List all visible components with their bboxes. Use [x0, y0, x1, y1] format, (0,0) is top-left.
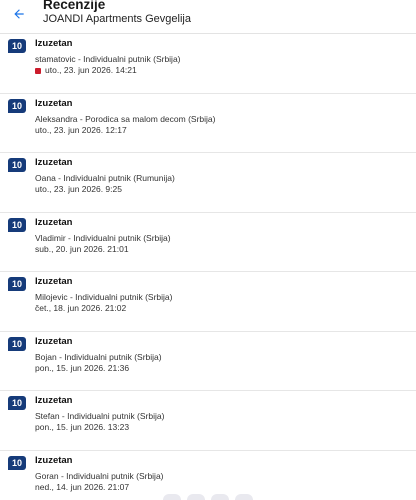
- review-date-row: uto., 23. jun 2026. 14:21: [35, 65, 137, 76]
- page-title: Recenzije: [43, 0, 106, 12]
- review-item[interactable]: 10 Izuzetan Stefan - Individualni putnik…: [0, 391, 416, 451]
- review-date: uto., 23. jun 2026. 14:21: [45, 65, 137, 75]
- top-app-bar: Recenzije JOANDI Apartments Gevgelija: [0, 0, 416, 33]
- review-item[interactable]: 10 Izuzetan Milojevic - Individualni put…: [0, 272, 416, 332]
- review-rating-label: Izuzetan: [35, 454, 73, 466]
- score-badge: 10: [8, 217, 26, 232]
- score-badge: 10: [8, 39, 26, 53]
- review-item[interactable]: 10 Izuzetan stamatovic - Individualni pu…: [0, 34, 416, 94]
- review-rating-label: Izuzetan: [35, 216, 73, 228]
- score-badge: 10: [8, 98, 26, 113]
- reviewer-info: Goran - Individualni putnik (Srbija): [35, 470, 164, 481]
- overlapping-fab-hint: [0, 494, 416, 500]
- review-list[interactable]: 10 Izuzetan stamatovic - Individualni pu…: [0, 34, 416, 500]
- reviewer-info: Milojevic - Individualni putnik (Srbija): [35, 292, 173, 302]
- fab-edge: [235, 494, 253, 500]
- score-badge: 10: [8, 396, 26, 410]
- review-date: uto., 23. jun 2026. 12:17: [35, 124, 127, 135]
- arrow-left-icon: [14, 9, 24, 19]
- review-date: uto., 23. jun 2026. 9:25: [35, 184, 122, 194]
- fab-edge: [211, 494, 229, 500]
- reviewer-info: Aleksandra - Porodica sa malom decom (Sr…: [35, 113, 216, 124]
- reviewer-info: Stefan - Individualni putnik (Srbija): [35, 411, 165, 421]
- review-rating-label: Izuzetan: [35, 97, 73, 109]
- fab-edge: [187, 494, 205, 500]
- reviews-screen: Recenzije JOANDI Apartments Gevgelija 10…: [0, 0, 416, 500]
- reviewer-info: Oana - Individualni putnik (Rumunija): [35, 173, 175, 183]
- review-date: sub., 20. jun 2026. 21:01: [35, 243, 129, 254]
- review-item[interactable]: 10 Izuzetan Oana - Individualni putnik (…: [0, 153, 416, 213]
- score-badge: 10: [8, 277, 26, 291]
- review-rating-label: Izuzetan: [35, 38, 73, 49]
- reviewer-info: stamatovic - Individualni putnik (Srbija…: [35, 54, 181, 64]
- reviewer-info: Vladimir - Individualni putnik (Srbija): [35, 232, 171, 243]
- review-rating-label: Izuzetan: [35, 157, 73, 168]
- fab-edge: [163, 494, 181, 500]
- review-date: čet., 18. jun 2026. 21:02: [35, 303, 127, 313]
- score-badge: 10: [8, 158, 26, 172]
- review-date: ned., 14. jun 2026. 21:07: [35, 481, 130, 492]
- review-item[interactable]: 10 Izuzetan Goran - Individualni putnik …: [0, 451, 416, 500]
- review-item[interactable]: 10 Izuzetan Bojan - Individualni putnik …: [0, 332, 416, 391]
- new-review-flag-icon: [35, 67, 41, 74]
- reviewer-info: Bojan - Individualni putnik (Srbija): [35, 351, 162, 362]
- review-rating-label: Izuzetan: [35, 395, 73, 406]
- review-rating-label: Izuzetan: [35, 276, 73, 287]
- review-item[interactable]: 10 Izuzetan Vladimir - Individualni putn…: [0, 213, 416, 272]
- review-date: pon., 15. jun 2026. 21:36: [35, 362, 130, 373]
- review-date: pon., 15. jun 2026. 13:23: [35, 422, 130, 432]
- score-badge: 10: [8, 455, 26, 470]
- score-badge: 10: [8, 336, 26, 351]
- property-name: JOANDI Apartments Gevgelija: [43, 13, 191, 25]
- back-button[interactable]: [6, 2, 32, 26]
- review-rating-label: Izuzetan: [35, 335, 73, 347]
- review-item[interactable]: 10 Izuzetan Aleksandra - Porodica sa mal…: [0, 94, 416, 153]
